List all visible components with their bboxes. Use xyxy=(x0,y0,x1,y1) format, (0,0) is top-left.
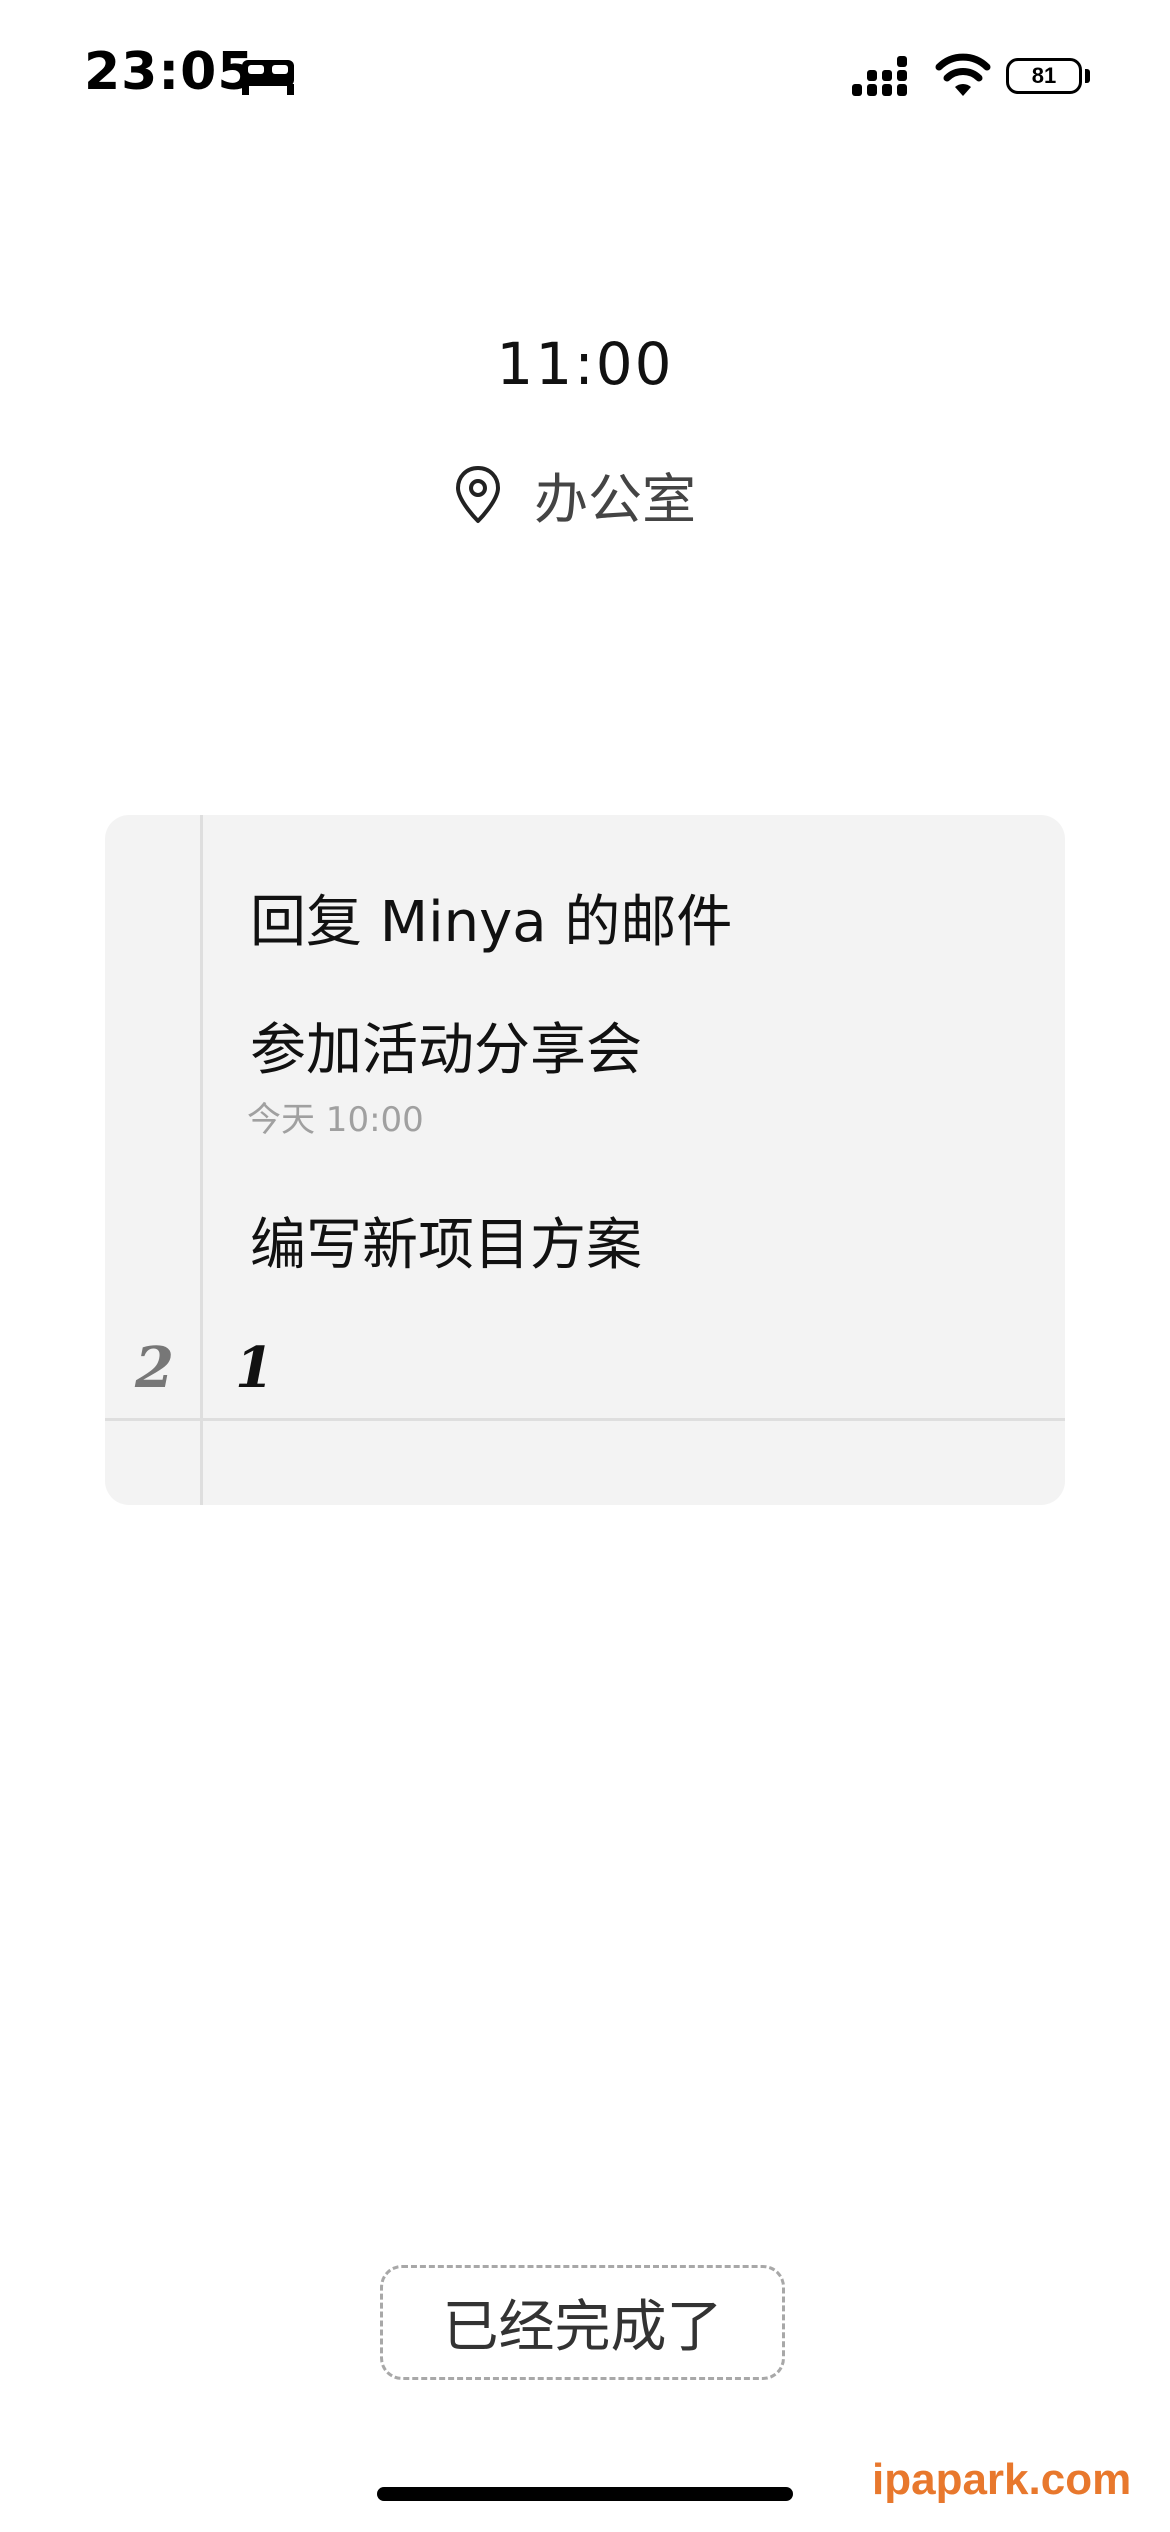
card-divider-line xyxy=(105,1418,1065,1421)
map-pin-icon xyxy=(456,465,500,523)
home-indicator[interactable] xyxy=(377,2487,793,2501)
battery-icon: 81 xyxy=(1006,58,1082,94)
wifi-icon xyxy=(935,53,991,96)
task-item-time: 今天 10:00 xyxy=(247,1100,424,1140)
location-label: 办公室 xyxy=(534,468,696,531)
task-item[interactable]: 回复 Minya 的邮件 xyxy=(250,877,732,958)
event-time: 11:00 xyxy=(496,330,674,398)
done-button[interactable]: 已经完成了 xyxy=(380,2265,785,2380)
status-time: 23:05 xyxy=(84,42,255,102)
card-margin-line xyxy=(200,815,203,1505)
task-card: 回复 Minya 的邮件 参加活动分享会 今天 10:00 编写新项目方案 2 … xyxy=(105,815,1065,1505)
battery-nub xyxy=(1085,69,1090,83)
location-row: 办公室 xyxy=(0,455,1170,534)
watermark: ipapark.com xyxy=(872,2455,1132,2504)
task-item[interactable]: 编写新项目方案 xyxy=(250,1200,642,1281)
task-item[interactable]: 参加活动分享会 xyxy=(250,1005,642,1086)
status-bar: 23:05 81 xyxy=(0,0,1170,160)
task-done-count: 1 xyxy=(235,1335,274,1401)
bed-icon xyxy=(242,60,294,95)
signal-icon xyxy=(852,56,907,96)
task-total-count: 2 xyxy=(135,1335,174,1401)
